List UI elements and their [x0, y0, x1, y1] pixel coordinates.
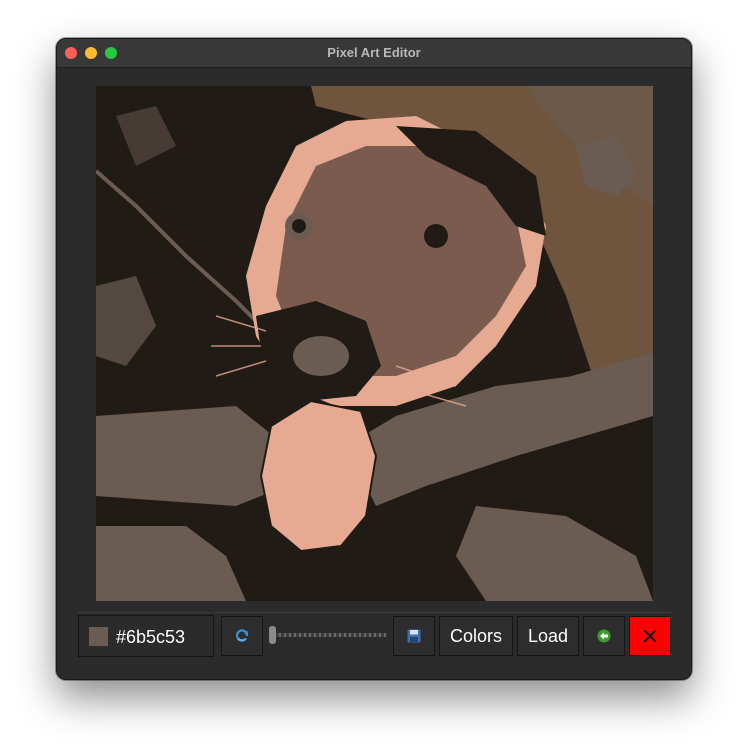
- refresh-button[interactable]: [221, 616, 263, 656]
- brush-size-slider[interactable]: [269, 625, 387, 645]
- color-swatch: [89, 627, 108, 646]
- back-button[interactable]: [583, 616, 625, 656]
- color-hex-label: #6b5c53: [116, 627, 186, 647]
- slider-thumb[interactable]: [269, 626, 276, 644]
- load-button[interactable]: Load: [517, 616, 579, 656]
- x-icon: [644, 630, 656, 642]
- slider-track: [269, 633, 387, 637]
- arrow-left-icon: [597, 629, 611, 643]
- floppy-disk-icon: [407, 629, 421, 643]
- app-window: Pixel Art Editor #6b5c53 Colors Load: [56, 38, 692, 680]
- current-color-field[interactable]: #6b5c53: [78, 615, 214, 657]
- toolbar: #6b5c53 Colors Load: [77, 612, 671, 661]
- save-button[interactable]: [393, 616, 435, 656]
- pixel-canvas[interactable]: [96, 86, 653, 601]
- colors-button[interactable]: Colors: [439, 616, 513, 656]
- window-title: Pixel Art Editor: [327, 45, 421, 60]
- canvas-image: [96, 86, 653, 601]
- refresh-icon: [235, 629, 249, 642]
- close-button[interactable]: [629, 616, 671, 656]
- title-bar: Pixel Art Editor: [57, 39, 691, 68]
